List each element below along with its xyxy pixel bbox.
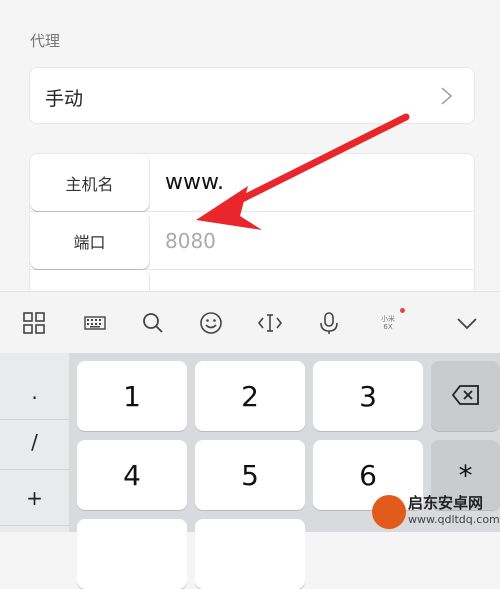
delete-key[interactable] <box>431 361 500 431</box>
watermark-logo-icon <box>372 495 406 529</box>
watermark-url: www.qdltdq.com <box>408 513 500 526</box>
watermark: 启东安卓网 www.qdltdq.com <box>372 490 500 532</box>
search-icon[interactable] <box>140 310 166 336</box>
port-label: 端口 <box>30 212 150 269</box>
next-row-label <box>30 270 150 292</box>
proxy-form: 主机名 www. 端口 8080 <box>29 153 475 293</box>
cursor-icon[interactable] <box>257 310 283 336</box>
grid-icon[interactable] <box>21 310 47 336</box>
brand-text-line1: 小米 <box>381 315 395 323</box>
plus-key[interactable]: + <box>0 471 69 526</box>
key-row3-2[interactable] <box>195 519 305 589</box>
key-1[interactable]: 1 <box>77 361 187 431</box>
watermark-title: 启东安卓网 <box>408 494 484 512</box>
hostname-label: 主机名 <box>30 154 150 211</box>
emoji-icon[interactable] <box>198 310 224 336</box>
backspace-icon <box>451 380 481 413</box>
key-2[interactable]: 2 <box>195 361 305 431</box>
section-label: 代理 <box>30 32 61 50</box>
proxy-value: 手动 <box>45 88 84 110</box>
keyboard-toolbar: 小米 6X <box>0 291 500 353</box>
key-row3-1[interactable] <box>77 519 187 589</box>
notification-dot <box>400 308 405 313</box>
key-3[interactable]: 3 <box>313 361 423 431</box>
key-5[interactable]: 5 <box>195 440 305 510</box>
port-input[interactable]: 8080 <box>165 212 216 269</box>
keyboard-icon[interactable] <box>82 310 108 336</box>
port-row[interactable]: 端口 8080 <box>30 212 474 270</box>
brand-text-line2: 6X <box>383 323 393 331</box>
hostname-input[interactable]: www. <box>165 154 224 211</box>
dot-key[interactable]: . <box>0 365 69 420</box>
brand-icon[interactable]: 小米 6X <box>375 308 405 336</box>
key-4[interactable]: 4 <box>77 440 187 510</box>
symbol-column: . / + <box>0 353 69 532</box>
hostname-row[interactable]: 主机名 www. <box>30 154 474 212</box>
next-row[interactable] <box>30 270 474 292</box>
proxy-selector[interactable]: 手动 <box>29 67 475 124</box>
microphone-icon[interactable] <box>316 310 342 336</box>
chevron-right-icon <box>436 86 456 106</box>
slash-key[interactable]: / <box>0 415 69 470</box>
collapse-icon[interactable] <box>454 310 480 336</box>
